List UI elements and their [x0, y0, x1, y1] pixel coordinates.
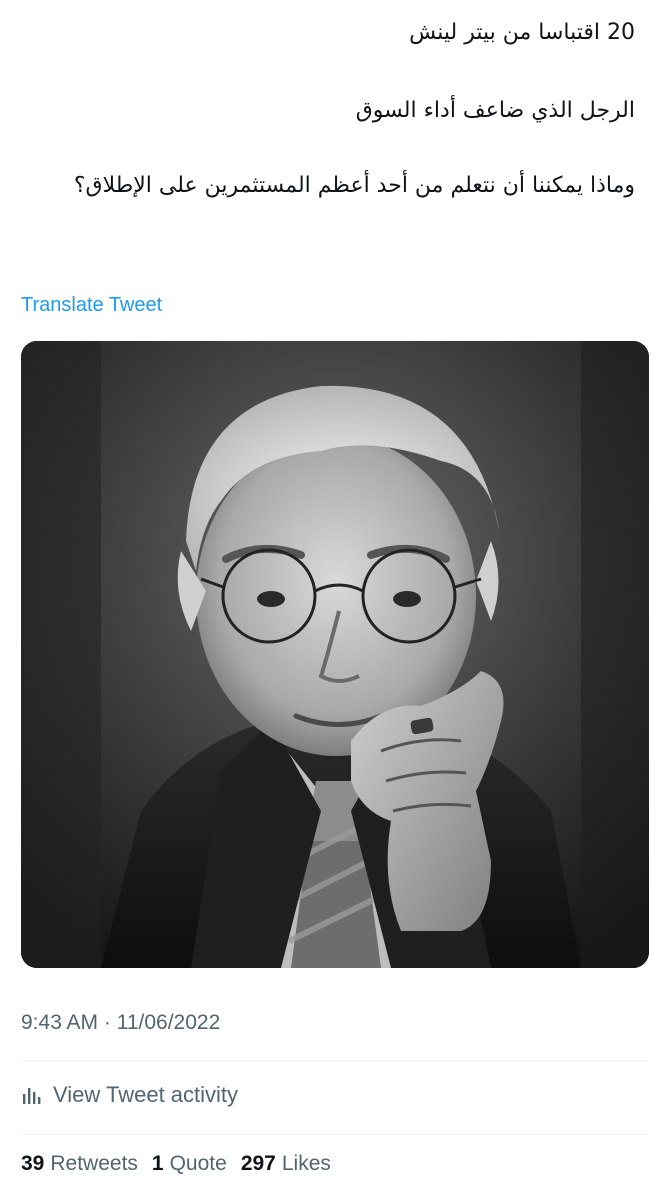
tweet-photo[interactable] — [21, 341, 649, 968]
likes-count: 297 — [240, 1152, 276, 1175]
portrait-photo — [21, 341, 649, 968]
bar-chart-icon — [23, 1088, 41, 1104]
likes-label: Likes — [281, 1152, 331, 1175]
tweet-text: 20 اقتباسا من بيتر لينش الرجل الذي ضاعف … — [15, 14, 635, 205]
divider — [21, 1134, 648, 1135]
tweet-timestamp[interactable]: 9:43 AM · 11/06/2022 — [21, 1011, 220, 1035]
retweets-label: Retweets — [50, 1152, 138, 1175]
view-tweet-activity-button[interactable]: View Tweet activity — [21, 1078, 238, 1112]
divider — [21, 1060, 648, 1061]
quotes-count: 1 — [151, 1152, 164, 1175]
retweets-count: 39 — [21, 1152, 45, 1175]
view-tweet-activity-label: View Tweet activity — [53, 1082, 239, 1107]
quotes-label: Quote — [169, 1152, 227, 1175]
quotes-stat[interactable]: 1 Quote — [152, 1152, 227, 1176]
tweet-stats: 39 Retweets 1 Quote 297 Likes — [21, 1152, 345, 1176]
translate-tweet-link[interactable]: Translate Tweet — [21, 294, 162, 317]
likes-stat[interactable]: 297 Likes — [241, 1152, 331, 1176]
retweets-stat[interactable]: 39 Retweets — [21, 1152, 138, 1176]
tweet-line-question: وماذا يمكننا أن نتعلم من أحد أعظم المستث… — [73, 173, 635, 198]
tweet-line-title: 20 اقتباسا من بيتر لينش — [409, 20, 635, 45]
tweet-line-subtitle: الرجل الذي ضاعف أداء السوق — [355, 98, 635, 123]
